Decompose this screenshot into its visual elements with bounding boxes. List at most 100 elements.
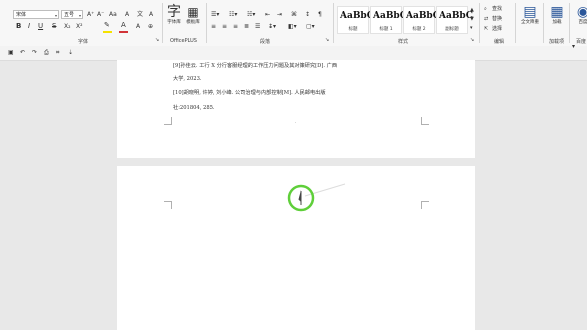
separator (569, 3, 570, 43)
template-library-button[interactable]: ▦ 模板库 (184, 4, 202, 26)
dialog-launcher-icon[interactable]: ↘ (325, 36, 329, 45)
highlight-color-bar (103, 31, 112, 33)
font-name-combo[interactable]: 宋体 ▾ (13, 10, 59, 19)
collapse-ribbon-icon[interactable]: ▾ (572, 42, 575, 51)
align-left-button[interactable]: ≡ (211, 22, 216, 31)
undo-icon[interactable]: ↶ (20, 48, 25, 57)
template-library-label: 模板库 (186, 20, 200, 25)
chevron-down-icon[interactable]: ▾ (79, 11, 81, 20)
style-name: 标题 2 (412, 27, 426, 32)
font-library-button[interactable]: 字 字体库 (166, 4, 182, 26)
highlight-icon[interactable]: ✎ (104, 21, 110, 30)
separator (543, 3, 544, 43)
styles-scroll-up-icon[interactable]: ▲ (470, 6, 474, 15)
show-marks-button[interactable]: ¶ (318, 10, 322, 19)
char-border-button[interactable]: 文 (137, 10, 143, 19)
separator (479, 3, 480, 43)
styles-more-icon[interactable]: ▾ (470, 24, 473, 33)
style-subtitle[interactable]: AaBbC 副标题 (436, 6, 473, 34)
justify-button[interactable]: ≣ (244, 22, 249, 31)
font-color-icon[interactable]: A (121, 21, 126, 30)
dialog-launcher-icon[interactable]: ↘ (470, 36, 474, 45)
reference-line: [10]胡晓明, 许婷, 刘小峰. 公司治理与内部控制[M]. 人民邮电出版 (173, 90, 326, 96)
style-name: 标题 (348, 27, 358, 32)
style-title[interactable]: AaBbC 标题 (337, 6, 374, 34)
find-icon[interactable]: ⌕ (484, 5, 487, 14)
addins-label: 加载 (552, 20, 562, 25)
sort-button[interactable]: ↕ (305, 10, 310, 19)
enclose-char-button[interactable]: ⊕ (148, 22, 153, 31)
align-center-button[interactable]: ≡ (222, 22, 227, 31)
font-library-icon: 字 (167, 4, 181, 20)
fulltext-dedup-button[interactable]: ▤ 全文降重 (519, 4, 541, 26)
find-button[interactable]: 查找 (492, 5, 502, 14)
select-button[interactable]: 选择 (492, 25, 502, 34)
select-icon[interactable]: ⇱ (484, 25, 488, 34)
chevron-down-icon[interactable]: ▾ (55, 11, 57, 20)
font-name-value: 宋体 (16, 12, 27, 18)
template-icon: ▦ (187, 5, 199, 19)
ribbon: 宋体 ▾ 五号 ▾ A⁺ A⁻ Aa A 文 A B I U S X₂ X² ✎… (0, 0, 587, 47)
decrease-indent-button[interactable]: ⇤ (265, 10, 270, 19)
style-name: 副标题 (445, 27, 459, 32)
font-color-bar (119, 31, 128, 33)
replace-icon[interactable]: ⇄ (484, 15, 488, 24)
increase-indent-button[interactable]: ⇥ (277, 10, 282, 19)
styles-group-label: 样式 (398, 39, 409, 45)
line-spacing-button[interactable]: ↨▾ (268, 22, 276, 31)
font-library-label: 字体库 (167, 20, 181, 25)
officeplus-group-label: OfficePLUS (170, 38, 197, 44)
numbering-button[interactable]: ☷▾ (229, 10, 237, 19)
style-heading-1[interactable]: AaBbC 标题 1 (370, 6, 407, 34)
baidu-icon: ◉ (576, 4, 587, 20)
strike-button[interactable]: S (52, 22, 56, 31)
separator (162, 3, 163, 43)
preview-icon[interactable]: ⌗ (56, 48, 59, 57)
shading-button[interactable]: ◧▾ (288, 22, 297, 31)
fulltext-dedup-label: 全文降重 (521, 20, 539, 25)
style-heading-2[interactable]: AaBbC 标题 2 (403, 6, 440, 34)
subscript-button[interactable]: X₂ (64, 22, 71, 31)
font-group-label: 字体 (78, 39, 89, 45)
baidu-button[interactable]: ◉ 百度 (573, 4, 587, 26)
clear-format-button[interactable]: A (125, 10, 129, 19)
margin-corner-mark (164, 201, 172, 209)
print-icon[interactable]: ⎙ (44, 48, 49, 57)
align-right-button[interactable]: ≡ (233, 22, 238, 31)
baidu-label: 百度 (578, 20, 587, 25)
style-sample: AaBbC (373, 11, 407, 21)
style-name: 标题 1 (379, 27, 393, 32)
document-page-1[interactable]: [9]孙佳云. 工行 X 分行客服经理的工作压力问题及其对策研究[D]. 广西 … (117, 60, 475, 158)
reference-line: 社:201804, 285. (173, 105, 215, 111)
superscript-button[interactable]: X² (76, 22, 83, 31)
change-case-button[interactable]: Aa (109, 10, 117, 19)
baidu-group-label: 百度 (576, 39, 587, 45)
underline-button[interactable]: U (38, 22, 43, 31)
save-icon[interactable]: ▣ (8, 48, 14, 57)
dialog-launcher-icon[interactable]: ↘ (155, 36, 159, 45)
italic-button[interactable]: I (28, 22, 30, 31)
chinese-layout-button[interactable]: ⌘ (291, 10, 297, 19)
char-shade-button-2[interactable]: A (136, 22, 140, 31)
margin-corner-mark (421, 201, 429, 209)
customize-icon[interactable]: ⇣ (68, 48, 73, 57)
cursor-highlight-icon (287, 183, 346, 212)
replace-button[interactable]: 替换 (492, 15, 502, 24)
margin-corner-mark (164, 117, 172, 125)
shrink-font-button[interactable]: A⁻ (97, 10, 104, 19)
grow-font-button[interactable]: A⁺ (87, 10, 94, 19)
redo-icon[interactable]: ↷ (32, 48, 37, 57)
bullets-button[interactable]: ☰▾ (211, 10, 219, 19)
borders-button[interactable]: ▢▾ (306, 22, 315, 31)
multilevel-button[interactable]: ☵▾ (247, 10, 255, 19)
style-sample: AaBbC (340, 11, 374, 21)
font-size-combo[interactable]: 五号 ▾ (61, 10, 83, 19)
reference-line: 大学, 2023. (173, 76, 202, 82)
addins-button[interactable]: ▦ 加载 (547, 4, 567, 26)
distributed-button[interactable]: ☰ (255, 22, 260, 31)
char-shade-button[interactable]: A (149, 10, 153, 19)
quick-access-toolbar: ▣ ↶ ↷ ⎙ ⌗ ⇣ ▾ (0, 43, 587, 61)
styles-scroll-down-icon[interactable]: ▼ (470, 15, 474, 24)
bold-button[interactable]: B (16, 22, 21, 31)
style-sample: AaBbC (439, 11, 473, 21)
